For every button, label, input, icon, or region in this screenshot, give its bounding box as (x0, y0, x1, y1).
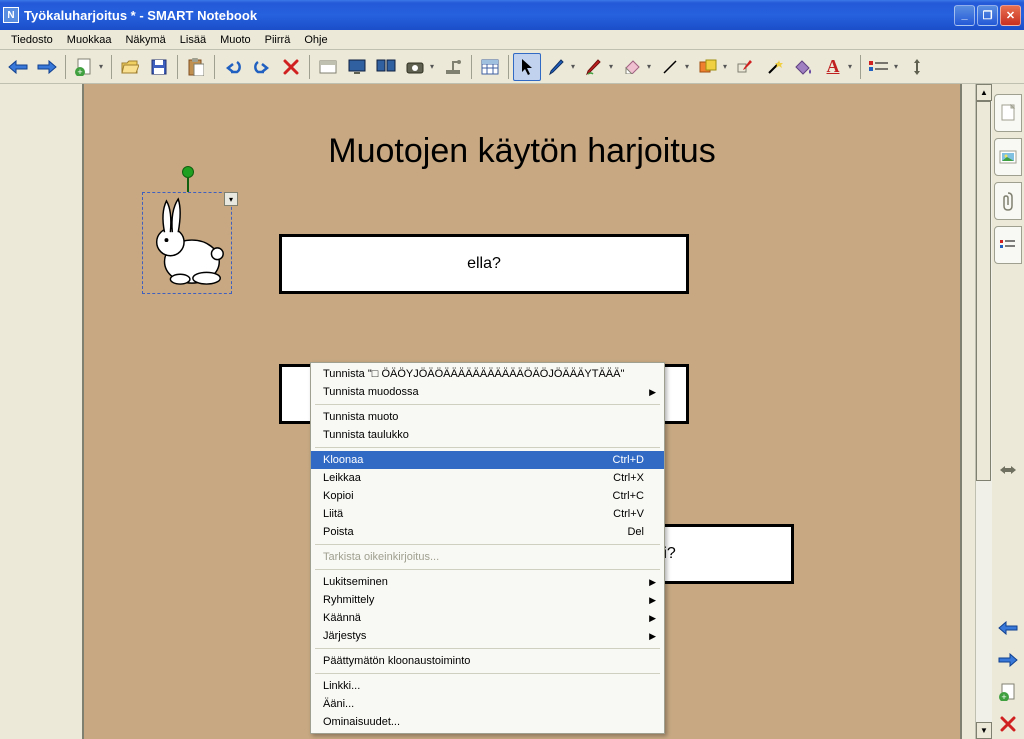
back-button[interactable] (4, 53, 32, 81)
scroll-thumb[interactable] (976, 101, 991, 481)
cm-infinite-clone[interactable]: Päättymätön kloonaustoiminto (311, 652, 664, 670)
fullscreen-button[interactable] (343, 53, 371, 81)
cm-link[interactable]: Linkki... (311, 677, 664, 695)
cm-properties[interactable]: Ominaisuudet... (311, 713, 664, 731)
table-button[interactable] (476, 53, 504, 81)
cm-recognize-table[interactable]: Tunnista taulukko (311, 426, 664, 444)
eraser-dropdown[interactable]: ▾ (647, 62, 655, 71)
page-title: Muotojen käytön harjoitus (84, 84, 960, 171)
cm-recognize-text[interactable]: Tunnista "□ ÖÄÖYJÖÄÖÄÄÄÄÄÄÄÄÄÄÄÖÄÖJÖÄÄÄY… (311, 365, 664, 383)
cm-order[interactable]: Järjestys▶ (311, 627, 664, 645)
line-tool-button[interactable] (656, 53, 684, 81)
object-menu-dropdown[interactable]: ▾ (224, 192, 238, 206)
context-menu: Tunnista "□ ÖÄÖYJÖÄÖÄÄÄÄÄÄÄÄÄÄÄÖÄÖJÖÄÄÄY… (310, 362, 665, 734)
cm-grouping[interactable]: Ryhmittely▶ (311, 591, 664, 609)
question-text-1: ella? (467, 255, 501, 272)
side-tabs: + (992, 84, 1024, 739)
redo-button[interactable] (248, 53, 276, 81)
svg-text:+: + (1001, 692, 1006, 701)
cm-copy[interactable]: KopioiCtrl+C (311, 487, 664, 505)
submenu-arrow-icon: ▶ (649, 613, 656, 624)
menu-draw[interactable]: Piirrä (258, 32, 298, 48)
delete-page-side-button[interactable] (997, 713, 1019, 735)
width-toggle-button[interactable] (997, 459, 1019, 481)
menu-edit[interactable]: Muokkaa (60, 32, 119, 48)
forward-button[interactable] (33, 53, 61, 81)
dual-page-button[interactable] (372, 53, 400, 81)
selected-object-rabbit[interactable] (142, 192, 232, 294)
cm-clone[interactable]: KloonaaCtrl+D (311, 451, 664, 469)
tab-properties[interactable] (994, 226, 1022, 264)
add-page-dropdown[interactable]: ▾ (99, 62, 107, 71)
cm-paste[interactable]: LiitäCtrl+V (311, 505, 664, 523)
eraser-button[interactable] (618, 53, 646, 81)
menu-format[interactable]: Muoto (213, 32, 258, 48)
cm-recognize-shape[interactable]: Tunnista muoto (311, 408, 664, 426)
cm-cut[interactable]: LeikkaaCtrl+X (311, 469, 664, 487)
fill-button[interactable] (790, 53, 818, 81)
add-page-button[interactable]: + (70, 53, 98, 81)
menu-file[interactable]: Tiedosto (4, 32, 60, 48)
move-toolbar-button[interactable] (903, 53, 931, 81)
magic-pen-button[interactable] (761, 53, 789, 81)
text-dropdown[interactable]: ▾ (848, 62, 856, 71)
undo-button[interactable] (219, 53, 247, 81)
cm-flip[interactable]: Käännä▶ (311, 609, 664, 627)
submenu-arrow-icon: ▶ (649, 387, 656, 398)
rotation-handle[interactable] (182, 166, 194, 178)
creative-pen-dropdown[interactable]: ▾ (609, 62, 617, 71)
close-button[interactable]: ✕ (1000, 5, 1021, 26)
paste-button[interactable] (182, 53, 210, 81)
save-button[interactable] (145, 53, 173, 81)
tab-gallery[interactable] (994, 138, 1022, 176)
properties-button[interactable] (865, 53, 893, 81)
cm-recognize-as[interactable]: Tunnista muodossa▶ (311, 383, 664, 401)
prev-page-button[interactable] (997, 617, 1019, 639)
menu-help[interactable]: Ohje (297, 32, 334, 48)
question-box-1[interactable]: ella? (279, 234, 689, 294)
cm-locking[interactable]: Lukitseminen▶ (311, 573, 664, 591)
menubar: Tiedosto Muokkaa Näkymä Lisää Muoto Piir… (0, 30, 1024, 50)
scroll-down-button[interactable]: ▼ (976, 722, 992, 739)
screen-shade-button[interactable] (314, 53, 342, 81)
canvas-area[interactable]: Muotojen käytön harjoitus ▾ ella? ella? (0, 84, 992, 739)
shape-dropdown[interactable]: ▾ (723, 62, 731, 71)
menu-view[interactable]: Näkymä (118, 32, 172, 48)
window-title: Työkaluharjoitus * - SMART Notebook (24, 8, 954, 23)
doc-camera-button[interactable] (439, 53, 467, 81)
delete-button[interactable] (277, 53, 305, 81)
open-button[interactable] (116, 53, 144, 81)
add-page-side-button[interactable]: + (997, 681, 1019, 703)
tab-attachments[interactable] (994, 182, 1022, 220)
menu-insert[interactable]: Lisää (173, 32, 213, 48)
shape-tool-button[interactable] (694, 53, 722, 81)
maximize-button[interactable]: ❐ (977, 5, 998, 26)
titlebar: N Työkaluharjoitus * - SMART Notebook _ … (0, 0, 1024, 30)
vertical-scrollbar[interactable]: ▲ ▼ (975, 84, 992, 739)
pen-dropdown[interactable]: ▾ (571, 62, 579, 71)
text-tool-button[interactable]: A (819, 53, 847, 81)
shape-pen-button[interactable] (732, 53, 760, 81)
pen-tool-button[interactable] (542, 53, 570, 81)
submenu-arrow-icon: ▶ (649, 595, 656, 606)
line-dropdown[interactable]: ▾ (685, 62, 693, 71)
submenu-arrow-icon: ▶ (649, 631, 656, 642)
scroll-up-button[interactable]: ▲ (976, 84, 992, 101)
cm-spellcheck: Tarkista oikeinkirjoitus... (311, 548, 664, 566)
minimize-button[interactable]: _ (954, 5, 975, 26)
select-tool-button[interactable] (513, 53, 541, 81)
creative-pen-button[interactable] (580, 53, 608, 81)
properties-dropdown[interactable]: ▾ (894, 62, 902, 71)
cm-sound[interactable]: Ääni... (311, 695, 664, 713)
capture-dropdown[interactable]: ▾ (430, 62, 438, 71)
toolbar: + ▾ ▾ ▾ ▾ ▾ ▾ ▾ A ▾ ▾ (0, 50, 1024, 84)
cm-delete[interactable]: PoistaDel (311, 523, 664, 541)
next-page-button[interactable] (997, 649, 1019, 671)
capture-button[interactable] (401, 53, 429, 81)
svg-text:+: + (77, 67, 82, 76)
submenu-arrow-icon: ▶ (649, 577, 656, 588)
app-icon: N (3, 7, 19, 23)
tab-page-sorter[interactable] (994, 94, 1022, 132)
rotation-stem (187, 178, 189, 192)
